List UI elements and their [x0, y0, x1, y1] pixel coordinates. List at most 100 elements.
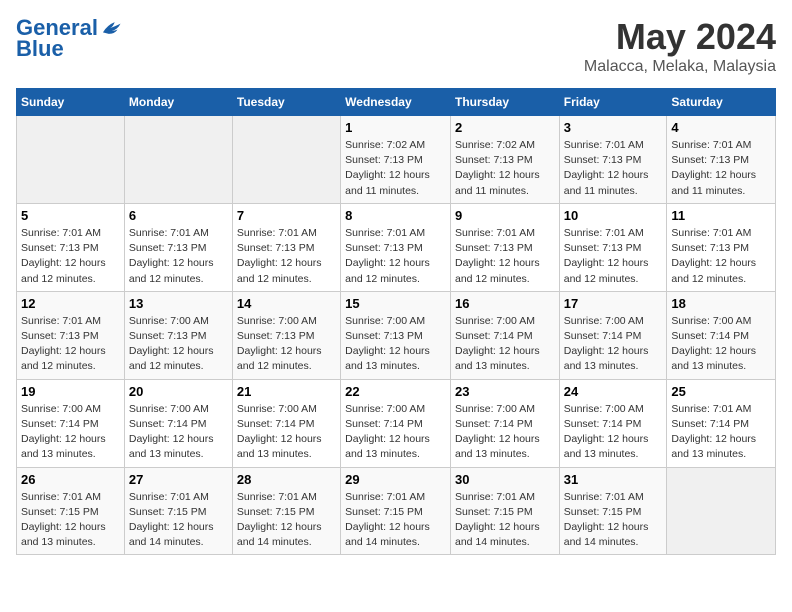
calendar-cell: 29 Sunrise: 7:01 AM Sunset: 7:15 PM Dayli… — [341, 467, 451, 555]
cell-info: Sunrise: 7:01 AM Sunset: 7:13 PM Dayligh… — [671, 138, 771, 199]
cell-info: Sunrise: 7:02 AM Sunset: 7:13 PM Dayligh… — [455, 138, 555, 199]
calendar-header: SundayMondayTuesdayWednesdayThursdayFrid… — [17, 89, 776, 116]
calendar-table: SundayMondayTuesdayWednesdayThursdayFrid… — [16, 88, 776, 555]
calendar-cell: 14Sunrise: 7:00 AM Sunset: 7:13 PM Dayli… — [232, 291, 340, 379]
calendar-week-4: 19Sunrise: 7:00 AM Sunset: 7:14 PM Dayli… — [17, 379, 776, 467]
header-day-friday: Friday — [559, 89, 667, 116]
cell-date: 11 — [671, 208, 771, 223]
header-day-monday: Monday — [124, 89, 232, 116]
cell-date: 10 — [564, 208, 663, 223]
cell-date: 22 — [345, 384, 446, 399]
calendar-week-3: 12 Sunrise: 7:01 AM Sunset: 7:13 PM Dayli… — [17, 291, 776, 379]
cell-date: 9 — [455, 208, 555, 223]
cell-date: 25 — [671, 384, 771, 399]
cell-info: Sunrise: 7:00 AM Sunset: 7:14 PM Dayligh… — [564, 314, 663, 375]
cell-info: Sunrise: 7:00 AM Sunset: 7:14 PM Dayligh… — [21, 402, 120, 463]
calendar-cell: 31 Sunrise: 7:01 AM Sunset: 7:15 PM Dayli… — [559, 467, 667, 555]
calendar-week-1: 1 Sunrise: 7:02 AM Sunset: 7:13 PM Daylig… — [17, 116, 776, 204]
cell-info: Sunrise: 7:00 AM Sunset: 7:14 PM Dayligh… — [671, 314, 771, 375]
cell-info: Sunrise: 7:00 AM Sunset: 7:14 PM Dayligh… — [455, 314, 555, 375]
cell-date: 20 — [129, 384, 228, 399]
calendar-cell: 11 Sunrise: 7:01 AM Sunset: 7:13 PM Dayli… — [667, 203, 776, 291]
calendar-cell: 13 Sunrise: 7:00 AM Sunset: 7:13 PM Dayli… — [124, 291, 232, 379]
cell-info: Sunrise: 7:01 AM Sunset: 7:13 PM Dayligh… — [564, 226, 663, 287]
calendar-cell: 6 Sunrise: 7:01 AM Sunset: 7:13 PM Daylig… — [124, 203, 232, 291]
cell-info: Sunrise: 7:00 AM Sunset: 7:14 PM Dayligh… — [564, 402, 663, 463]
title-month: May 2024 — [584, 16, 776, 58]
calendar-cell: 25Sunrise: 7:01 AM Sunset: 7:14 PM Dayli… — [667, 379, 776, 467]
cell-date: 30 — [455, 472, 555, 487]
cell-info: Sunrise: 7:01 AM Sunset: 7:15 PM Dayligh… — [564, 490, 663, 551]
calendar-cell: 9Sunrise: 7:01 AM Sunset: 7:13 PM Daylig… — [450, 203, 559, 291]
calendar-body: 1 Sunrise: 7:02 AM Sunset: 7:13 PM Daylig… — [17, 116, 776, 555]
cell-date: 21 — [237, 384, 336, 399]
calendar-cell: 16 Sunrise: 7:00 AM Sunset: 7:14 PM Dayli… — [450, 291, 559, 379]
calendar-cell: 26Sunrise: 7:01 AM Sunset: 7:15 PM Dayli… — [17, 467, 125, 555]
cell-info: Sunrise: 7:01 AM Sunset: 7:13 PM Dayligh… — [564, 138, 663, 199]
cell-info: Sunrise: 7:00 AM Sunset: 7:13 PM Dayligh… — [237, 314, 336, 375]
calendar-cell: 27 Sunrise: 7:01 AM Sunset: 7:15 PM Dayli… — [124, 467, 232, 555]
cell-date: 29 — [345, 472, 446, 487]
header-day-thursday: Thursday — [450, 89, 559, 116]
cell-info: Sunrise: 7:01 AM Sunset: 7:15 PM Dayligh… — [345, 490, 446, 551]
page-header: General Blue May 2024 Malacca, Melaka, M… — [16, 16, 776, 76]
calendar-cell: 10 Sunrise: 7:01 AM Sunset: 7:13 PM Dayli… — [559, 203, 667, 291]
calendar-cell: 20Sunrise: 7:00 AM Sunset: 7:14 PM Dayli… — [124, 379, 232, 467]
cell-info: Sunrise: 7:00 AM Sunset: 7:14 PM Dayligh… — [237, 402, 336, 463]
calendar-cell: 17Sunrise: 7:00 AM Sunset: 7:14 PM Dayli… — [559, 291, 667, 379]
cell-date: 16 — [455, 296, 555, 311]
calendar-cell: 18 Sunrise: 7:00 AM Sunset: 7:14 PM Dayli… — [667, 291, 776, 379]
cell-date: 6 — [129, 208, 228, 223]
calendar-cell: 7 Sunrise: 7:01 AM Sunset: 7:13 PM Daylig… — [232, 203, 340, 291]
cell-info: Sunrise: 7:02 AM Sunset: 7:13 PM Dayligh… — [345, 138, 446, 199]
cell-date: 23 — [455, 384, 555, 399]
cell-info: Sunrise: 7:01 AM Sunset: 7:15 PM Dayligh… — [129, 490, 228, 551]
calendar-cell: 4 Sunrise: 7:01 AM Sunset: 7:13 PM Daylig… — [667, 116, 776, 204]
calendar-cell: 24 Sunrise: 7:00 AM Sunset: 7:14 PM Dayli… — [559, 379, 667, 467]
cell-info: Sunrise: 7:01 AM Sunset: 7:15 PM Dayligh… — [21, 490, 120, 551]
cell-info: Sunrise: 7:00 AM Sunset: 7:14 PM Dayligh… — [455, 402, 555, 463]
calendar-cell: 8 Sunrise: 7:01 AM Sunset: 7:13 PM Daylig… — [341, 203, 451, 291]
cell-info: Sunrise: 7:00 AM Sunset: 7:14 PM Dayligh… — [345, 402, 446, 463]
cell-date: 18 — [671, 296, 771, 311]
cell-info: Sunrise: 7:01 AM Sunset: 7:13 PM Dayligh… — [671, 226, 771, 287]
title-block: May 2024 Malacca, Melaka, Malaysia — [584, 16, 776, 76]
cell-date: 15 — [345, 296, 446, 311]
cell-date: 5 — [21, 208, 120, 223]
cell-date: 31 — [564, 472, 663, 487]
cell-info: Sunrise: 7:00 AM Sunset: 7:13 PM Dayligh… — [129, 314, 228, 375]
calendar-cell — [232, 116, 340, 204]
cell-info: Sunrise: 7:01 AM Sunset: 7:13 PM Dayligh… — [129, 226, 228, 287]
title-location: Malacca, Melaka, Malaysia — [584, 58, 776, 76]
cell-date: 8 — [345, 208, 446, 223]
cell-date: 2 — [455, 120, 555, 135]
cell-info: Sunrise: 7:01 AM Sunset: 7:15 PM Dayligh… — [455, 490, 555, 551]
cell-info: Sunrise: 7:00 AM Sunset: 7:13 PM Dayligh… — [345, 314, 446, 375]
cell-date: 27 — [129, 472, 228, 487]
calendar-cell: 3 Sunrise: 7:01 AM Sunset: 7:13 PM Daylig… — [559, 116, 667, 204]
cell-info: Sunrise: 7:01 AM Sunset: 7:13 PM Dayligh… — [345, 226, 446, 287]
cell-date: 3 — [564, 120, 663, 135]
calendar-cell — [667, 467, 776, 555]
cell-info: Sunrise: 7:01 AM Sunset: 7:13 PM Dayligh… — [21, 314, 120, 375]
calendar-cell — [17, 116, 125, 204]
cell-info: Sunrise: 7:01 AM Sunset: 7:13 PM Dayligh… — [21, 226, 120, 287]
cell-date: 7 — [237, 208, 336, 223]
cell-info: Sunrise: 7:01 AM Sunset: 7:13 PM Dayligh… — [237, 226, 336, 287]
header-day-sunday: Sunday — [17, 89, 125, 116]
calendar-cell — [124, 116, 232, 204]
calendar-cell: 23 Sunrise: 7:00 AM Sunset: 7:14 PM Dayli… — [450, 379, 559, 467]
calendar-cell: 19Sunrise: 7:00 AM Sunset: 7:14 PM Dayli… — [17, 379, 125, 467]
calendar-cell: 1 Sunrise: 7:02 AM Sunset: 7:13 PM Daylig… — [341, 116, 451, 204]
header-day-saturday: Saturday — [667, 89, 776, 116]
header-row: SundayMondayTuesdayWednesdayThursdayFrid… — [17, 89, 776, 116]
cell-date: 4 — [671, 120, 771, 135]
calendar-week-2: 5 Sunrise: 7:01 AM Sunset: 7:13 PM Daylig… — [17, 203, 776, 291]
cell-date: 24 — [564, 384, 663, 399]
header-day-tuesday: Tuesday — [232, 89, 340, 116]
cell-date: 13 — [129, 296, 228, 311]
cell-date: 1 — [345, 120, 446, 135]
calendar-cell: 21 Sunrise: 7:00 AM Sunset: 7:14 PM Dayli… — [232, 379, 340, 467]
calendar-cell: 22 Sunrise: 7:00 AM Sunset: 7:14 PM Dayli… — [341, 379, 451, 467]
cell-date: 12 — [21, 296, 120, 311]
